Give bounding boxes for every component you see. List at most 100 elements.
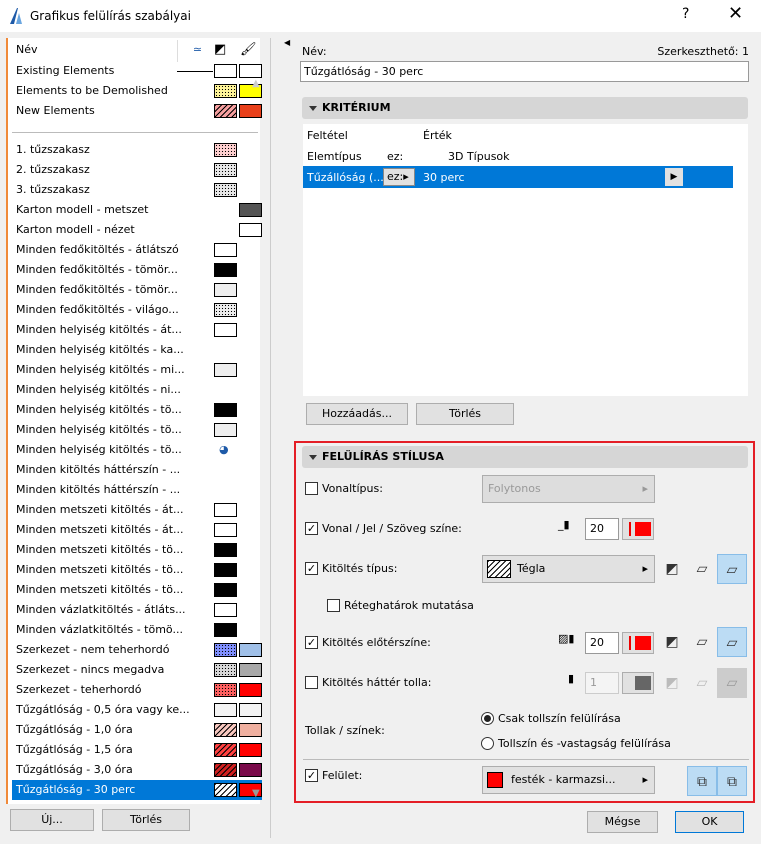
list-header: Név ≃ ◩ 🖌 (12, 40, 262, 62)
list-item[interactable]: Minden helyiség kitöltés - mi... (12, 360, 262, 380)
drafting-fill-icon[interactable]: ▱ (717, 627, 747, 657)
criteria-row-selected[interactable]: Tűzállóság (... ez:▸ 30 perc ▶ (303, 166, 733, 188)
cut-fill-icon: ◩ (665, 675, 679, 691)
cover-fill-icon[interactable]: ▱ (687, 627, 717, 657)
list-item[interactable]: Tűzgátlóság - 1,5 óra (12, 740, 262, 760)
cut-fill-icon[interactable]: ◩ (657, 554, 687, 584)
override-style-section-header[interactable]: FELÜLÍRÁS STÍLUSA (302, 446, 748, 468)
list-item[interactable]: Tűzgátlóság - 3,0 óra (12, 760, 262, 780)
fill-fg-checkbox[interactable]: ✓ (305, 636, 318, 649)
show-layers-checkbox[interactable] (327, 599, 340, 612)
app-logo-icon (8, 7, 24, 25)
new-rule-button[interactable]: Új... (10, 809, 94, 831)
criteria-table[interactable]: Feltétel Érték Elemtípus ez: 3D Típusok … (303, 124, 748, 396)
fill-type-checkbox[interactable]: ✓ (305, 562, 318, 575)
editable-count: Szerkeszthető: 1 (657, 45, 749, 58)
rule-name-input[interactable] (300, 61, 749, 82)
criteria-row[interactable]: Elemtípus ez: 3D Típusok (303, 146, 733, 166)
splitter[interactable] (270, 38, 271, 838)
list-item[interactable]: Minden fedőkitöltés - tömör... (12, 280, 262, 300)
list-item[interactable]: Minden kitöltés háttérszín - ... (12, 480, 262, 500)
fill-fg-pen-input[interactable]: 20 (585, 632, 619, 654)
list-item[interactable]: Minden helyiség kitöltés - tö... (12, 420, 262, 440)
criteria-value: 3D Típusok (448, 150, 510, 163)
pen-color-only-label: Csak tollszín felülírása (498, 712, 621, 725)
pen-color-only-radio[interactable] (481, 712, 494, 725)
fill-swatch (214, 723, 237, 737)
list-item-label: Minden helyiség kitöltés - tö... (16, 403, 182, 416)
fill-bg-checkbox[interactable] (305, 676, 318, 689)
list-item[interactable]: Minden vázlatkitöltés - tömö... (12, 620, 262, 640)
list-item[interactable]: 3. tűzszakasz (12, 180, 262, 200)
surface-dropdown[interactable]: festék - karmazsi... (482, 766, 655, 794)
scroll-up-icon[interactable]: ▲ (252, 78, 260, 89)
drafting-fill-icon[interactable]: ▱ (717, 554, 747, 584)
list-item[interactable]: Szerkezet - teherhordó (12, 680, 262, 700)
list-item[interactable]: Minden fedőkitöltés - tömör... (12, 260, 262, 280)
list-item[interactable]: Karton modell - metszet (12, 200, 262, 220)
line-color-checkbox[interactable]: ✓ (305, 522, 318, 535)
scroll-down-icon[interactable]: ▼ (252, 788, 260, 799)
list-item[interactable]: Elements to be Demolished (12, 81, 262, 101)
list-item[interactable]: Minden helyiség kitöltés - át... (12, 320, 262, 340)
list-item-label: Minden vázlatkitöltés - átláts... (16, 603, 186, 616)
fill-fg-color-swatch[interactable] (622, 632, 654, 654)
surface-apply-icon[interactable]: ⧉ (687, 766, 717, 796)
linetype-checkbox[interactable] (305, 482, 318, 495)
list-item[interactable]: Tűzgátlóság - 30 perc (12, 780, 262, 800)
list-item[interactable]: Minden metszeti kitöltés - tö... (12, 540, 262, 560)
list-item[interactable]: Minden helyiség kitöltés - ni... (12, 380, 262, 400)
delete-rule-button[interactable]: Törlés (102, 809, 190, 831)
help-button[interactable]: ? (682, 6, 689, 22)
list-item[interactable]: Minden helyiség kitöltés - ka... (12, 340, 262, 360)
list-item[interactable]: New Elements (12, 101, 262, 121)
criteria-value[interactable]: 30 perc (423, 171, 465, 184)
cover-fill-icon[interactable]: ▱ (687, 554, 717, 584)
list-item[interactable]: Tűzgátlóság - 0,5 óra vagy ke... (12, 700, 262, 720)
fill-swatch (214, 104, 237, 118)
list-item[interactable]: Minden metszeti kitöltés - tö... (12, 580, 262, 600)
list-item[interactable]: Minden metszeti kitöltés - át... (12, 520, 262, 540)
line-color-swatch[interactable] (622, 518, 654, 540)
collapse-icon[interactable]: ◀ (284, 38, 290, 47)
list-item[interactable]: Minden helyiség kitöltés - tö... ◕ (12, 440, 262, 460)
cut-fill-icon[interactable]: ◩ (657, 627, 687, 657)
list-item-label: Elements to be Demolished (16, 84, 168, 97)
pen-color-weight-radio[interactable] (481, 737, 494, 750)
list-item[interactable]: Szerkezet - nincs megadva (12, 660, 262, 680)
surface-swatch (239, 643, 262, 657)
ok-button[interactable]: OK (675, 811, 744, 833)
list-item-label: Minden fedőkitöltés - átlátszó (16, 243, 179, 256)
fill-type-dropdown[interactable]: Tégla (482, 555, 655, 583)
linetype-dropdown: Folytonos (482, 475, 655, 503)
fill-swatch (214, 643, 237, 657)
rule-list[interactable]: Név ≃ ◩ 🖌 Existing Elements Elements to b… (6, 38, 262, 804)
list-item[interactable]: Karton modell - nézet (12, 220, 262, 240)
cancel-button[interactable]: Mégse (587, 811, 658, 833)
surface-swatch (239, 723, 262, 737)
list-item[interactable]: Minden metszeti kitöltés - át... (12, 500, 262, 520)
add-criteria-button[interactable]: Hozzáadás... (306, 403, 408, 425)
list-item[interactable]: Tűzgátlóság - 1,0 óra (12, 720, 262, 740)
criteria-operator-dropdown[interactable]: ez:▸ (383, 168, 415, 186)
list-item[interactable]: Minden metszeti kitöltés - tö... (12, 560, 262, 580)
divider (303, 759, 749, 760)
close-button[interactable]: ✕ (728, 3, 743, 24)
list-item[interactable]: Minden kitöltés háttérszín - ... (12, 460, 262, 480)
surface-swatch (239, 203, 262, 217)
fill-bg-color-swatch (622, 672, 654, 694)
surface-cover-icon[interactable]: ⧉ (717, 766, 747, 796)
list-item[interactable]: Minden fedőkitöltés - világo... (12, 300, 262, 320)
list-item[interactable]: Minden helyiség kitöltés - tö... (12, 400, 262, 420)
criteria-section-header[interactable]: KRITÉRIUM (302, 97, 748, 119)
list-item[interactable]: 1. tűzszakasz (12, 140, 262, 160)
value-picker-arrow-icon[interactable]: ▶ (665, 168, 683, 186)
delete-criteria-button[interactable]: Törlés (416, 403, 514, 425)
list-item[interactable]: Minden fedőkitöltés - átlátszó (12, 240, 262, 260)
list-item[interactable]: Szerkezet - nem teherhordó (12, 640, 262, 660)
line-pen-input[interactable]: 20 (585, 518, 619, 540)
surface-checkbox[interactable]: ✓ (305, 769, 318, 782)
list-item[interactable]: Existing Elements (12, 61, 262, 81)
list-item[interactable]: Minden vázlatkitöltés - átláts... (12, 600, 262, 620)
list-item[interactable]: 2. tűzszakasz (12, 160, 262, 180)
